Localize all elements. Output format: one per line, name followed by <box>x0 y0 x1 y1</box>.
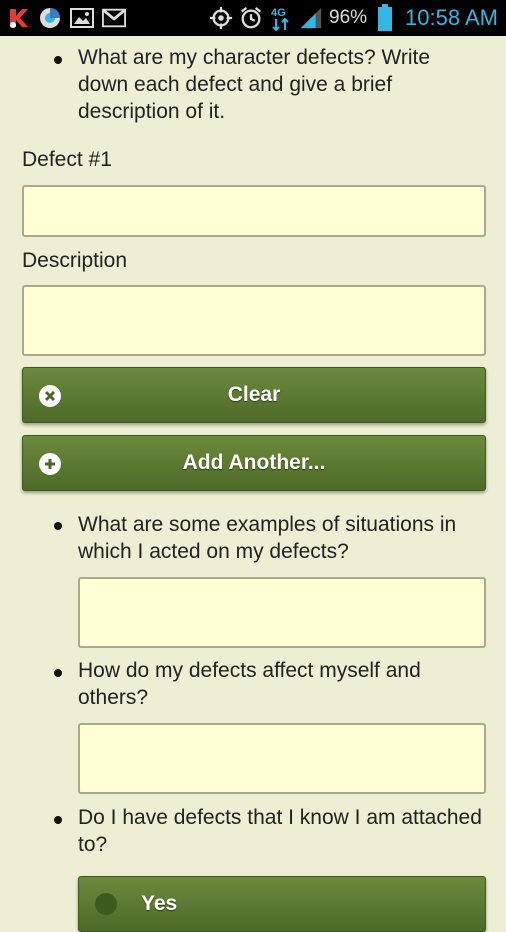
description-label: Description <box>22 249 128 272</box>
question-attached: Do I have defects that I know I am attac… <box>78 806 482 856</box>
4g-icon: 4G <box>269 6 293 32</box>
battery-icon <box>373 4 397 31</box>
question-character-defects: What are my character defects? Write dow… <box>78 46 431 123</box>
status-bar: 4G 96% 10:58 AM <box>0 0 506 36</box>
clear-button-label: Clear <box>227 383 281 406</box>
question-situations: What are some examples of situations in … <box>78 513 457 563</box>
svg-text:4G: 4G <box>271 7 286 19</box>
plus-icon <box>39 453 61 475</box>
bullet <box>54 669 62 677</box>
yes-button[interactable]: Yes <box>78 876 486 932</box>
bullet <box>54 56 62 64</box>
bullet <box>54 522 62 530</box>
description-textarea[interactable] <box>22 285 486 356</box>
radio-icon <box>95 893 117 915</box>
add-another-button-label: Add Another... <box>182 451 326 474</box>
effects-textarea[interactable] <box>78 723 486 794</box>
update-icon <box>38 6 62 30</box>
signal-icon <box>299 6 323 30</box>
add-another-button[interactable]: Add Another... <box>22 435 486 491</box>
bullet <box>54 816 62 824</box>
clear-button[interactable]: Clear <box>22 367 486 423</box>
close-icon <box>39 385 61 407</box>
gps-icon <box>209 6 233 30</box>
situations-textarea[interactable] <box>78 577 486 648</box>
clock: 10:58 AM <box>405 5 498 30</box>
gallery-icon <box>70 6 94 30</box>
gmail-icon <box>102 6 126 30</box>
yes-button-label: Yes <box>141 892 178 915</box>
question-effects: How do my defects affect myself and othe… <box>78 659 421 709</box>
defect-label: Defect #1 <box>22 148 112 171</box>
battery-percent: 96% <box>329 7 368 28</box>
defect-input[interactable] <box>22 185 486 237</box>
k-icon <box>6 6 30 30</box>
alarm-icon <box>239 6 263 30</box>
